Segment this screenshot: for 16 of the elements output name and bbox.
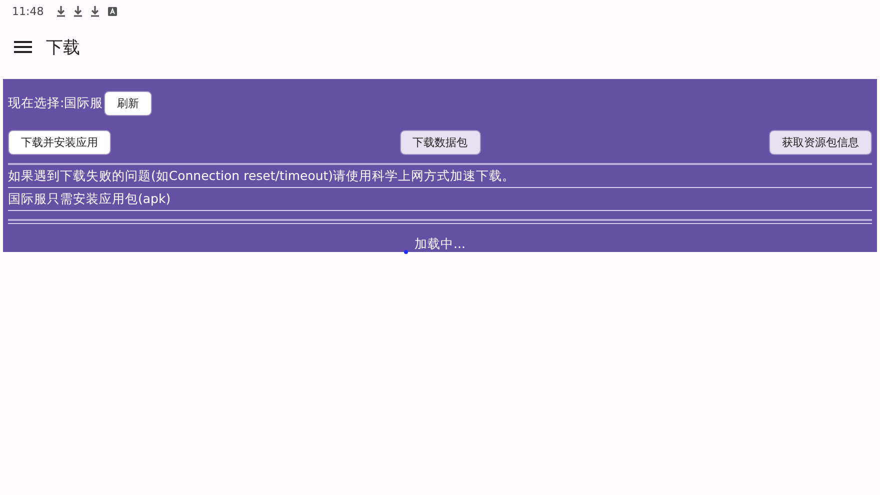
refresh-button[interactable]: 刷新	[104, 91, 152, 116]
status-time: 11:48	[12, 4, 44, 18]
loading-text: 加载中...	[414, 236, 466, 253]
menu-icon[interactable]	[14, 41, 32, 53]
download-icon	[74, 6, 82, 16]
note-text: 国际服只需安装应用包(apk)	[8, 188, 872, 211]
action-button[interactable]: 下载数据包	[400, 130, 480, 155]
download-icon	[56, 6, 65, 16]
selection-label: 现在选择:国际服	[8, 95, 104, 112]
download-icon	[90, 6, 99, 16]
action-button[interactable]: 下载并安装应用	[8, 130, 111, 155]
action-button[interactable]: 获取资源包信息	[769, 130, 872, 155]
note-text: 如果遇到下载失败的问题(如Connection reset/timeout)请使用科学上网方式加速下载。	[8, 165, 872, 188]
progress-icon	[404, 250, 408, 254]
page-title: 下载	[46, 36, 80, 58]
notification-icon	[108, 6, 117, 16]
